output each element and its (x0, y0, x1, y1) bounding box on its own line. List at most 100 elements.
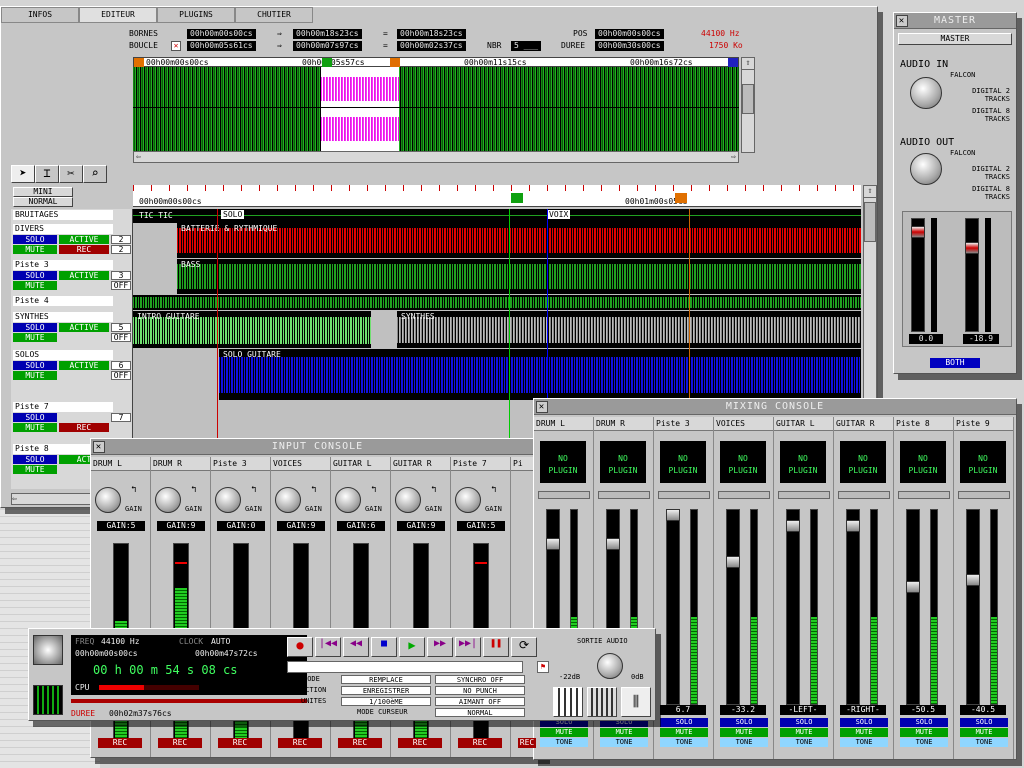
both-button[interactable]: BOTH (930, 358, 980, 368)
gain-knob[interactable] (395, 487, 421, 513)
clock-value[interactable]: AUTO (211, 637, 230, 646)
mixer-mute-button[interactable]: MUTE (600, 728, 648, 737)
mixer-tone-button[interactable]: TONE (900, 738, 948, 747)
loop-start-marker-icon[interactable] (322, 58, 332, 67)
ruler-loop-marker-icon[interactable] (511, 193, 523, 203)
master-fader-right-cap[interactable] (965, 242, 979, 254)
zoom-tool-icon[interactable]: ⌕ (83, 165, 107, 183)
pan-slider[interactable] (598, 491, 650, 499)
input-console-titlebar[interactable]: ✕ INPUT CONSOLE (91, 439, 544, 455)
input-rec-button[interactable]: REC (338, 738, 382, 748)
audio-in-opt-digital2[interactable]: DIGITAL 2 TRACKS (950, 87, 1010, 103)
boucle-toggle-icon[interactable]: ✕ (171, 41, 181, 51)
mixer-fader-cap[interactable] (606, 538, 620, 550)
track-active-button[interactable]: ACTIVE (59, 323, 109, 332)
goto-start-button[interactable]: |◀◀ (315, 637, 341, 657)
audio-region[interactable]: BASS (177, 259, 861, 294)
mixer-solo-button[interactable]: SOLO (900, 718, 948, 727)
boucle-end[interactable]: 00h00m07s97cs (293, 41, 362, 51)
mixer-fader-track[interactable] (786, 509, 800, 705)
mixer-mute-button[interactable]: MUTE (660, 728, 708, 737)
input-rec-button[interactable]: REC (518, 738, 536, 748)
normal-button[interactable]: NORMAL (13, 197, 73, 207)
overview-vscroll[interactable]: ⇧ (741, 57, 755, 153)
plugin-slot[interactable]: NO PLUGIN (900, 441, 946, 483)
input-rec-button[interactable]: REC (458, 738, 502, 748)
plugin-slot[interactable]: NO PLUGIN (840, 441, 886, 483)
mixer-fader-cap[interactable] (546, 538, 560, 550)
cursor-tool-icon[interactable]: ⌶ (35, 165, 59, 183)
mini-button[interactable]: MINI (13, 187, 73, 197)
duree-value[interactable]: 00h00m30s00cs (595, 41, 664, 51)
mixer-solo-button[interactable]: SOLO (780, 718, 828, 727)
vu-meter-icon[interactable] (33, 685, 63, 715)
master-button[interactable]: MASTER (898, 33, 1012, 45)
input-rec-button[interactable]: REC (158, 738, 202, 748)
track-name[interactable]: SYNTHES (13, 312, 113, 322)
track-header[interactable]: SYNTHES SOLO MUTE ACTIVE 5 OFF (11, 311, 133, 349)
track-channel-number[interactable]: 6 (111, 361, 131, 370)
scroll-thumb[interactable] (742, 84, 754, 114)
track-mute-button[interactable]: MUTE (13, 423, 57, 432)
master-titlebar[interactable]: ✕ MASTER (894, 13, 1016, 29)
record-button[interactable]: ● (287, 637, 313, 657)
mixer-mute-button[interactable]: MUTE (780, 728, 828, 737)
mixer-fader-track[interactable] (666, 509, 680, 705)
rewind-button[interactable]: ◀◀ (343, 637, 369, 657)
fader-view-icon[interactable]: ⫼ (621, 687, 651, 717)
input-rec-button[interactable]: REC (278, 738, 322, 748)
input-rec-button[interactable]: REC (218, 738, 262, 748)
bornes-start[interactable]: 00h00m00s00cs (187, 29, 256, 39)
aimant-select[interactable]: AIMANT OFF (435, 697, 525, 706)
track-channel-number[interactable]: 2 (111, 235, 131, 244)
gain-knob[interactable] (215, 487, 241, 513)
track-rec-button[interactable]: REC (59, 245, 109, 254)
pan-slider[interactable] (898, 491, 950, 499)
mixer-solo-button[interactable]: SOLO (840, 718, 888, 727)
mixer-tone-button[interactable]: TONE (660, 738, 708, 747)
pan-slider[interactable] (958, 491, 1010, 499)
mixer-fader-track[interactable] (846, 509, 860, 705)
progress-bar[interactable] (71, 699, 307, 703)
close-icon[interactable]: ✕ (896, 15, 908, 27)
boucle-length[interactable]: 00h00m02s37cs (397, 41, 466, 51)
track-active-button[interactable]: ACTIVE (59, 235, 109, 244)
mixer-fader-cap[interactable] (846, 520, 860, 532)
track-name[interactable]: DIVERS (13, 224, 113, 234)
mixer-tone-button[interactable]: TONE (960, 738, 1008, 747)
scroll-left-icon[interactable]: ⇦ (136, 152, 141, 161)
scroll-up-icon[interactable]: ⇧ (864, 186, 876, 198)
track-lane[interactable]: BATTERIE & RYTHMIQUE (133, 223, 861, 259)
overview-hscroll[interactable]: ⇦ ⇨ (133, 151, 739, 163)
mixer-tone-button[interactable]: TONE (720, 738, 768, 747)
track-name[interactable]: Piste 7 (13, 402, 113, 412)
track-mute-button[interactable]: MUTE (13, 281, 57, 290)
plugin-slot[interactable]: NO PLUGIN (540, 441, 586, 483)
pause-button[interactable]: ❚❚ (483, 637, 509, 657)
track-lane[interactable]: TIC TIC SOLO VOIX (133, 209, 861, 223)
master-fader-left-cap[interactable] (911, 226, 925, 238)
track-output-number[interactable]: 2 (111, 245, 131, 254)
flag-icon[interactable]: ⚑ (537, 661, 549, 673)
scroll-right-icon[interactable]: ⇨ (731, 152, 736, 161)
plugin-slot[interactable]: NO PLUGIN (720, 441, 766, 483)
mixer-tone-button[interactable]: TONE (600, 738, 648, 747)
master-fader-right-track[interactable] (965, 218, 979, 332)
mixer-mute-button[interactable]: MUTE (900, 728, 948, 737)
mixer-fader-track[interactable] (906, 509, 920, 705)
mixer-mute-button[interactable]: MUTE (840, 728, 888, 737)
mixing-console-titlebar[interactable]: ✕ MIXING CONSOLE (534, 399, 1016, 415)
track-lane[interactable]: INTRO GUITARE SYNTHES (133, 311, 861, 349)
pan-slider[interactable] (718, 491, 770, 499)
track-solo-button[interactable]: SOLO (13, 323, 57, 332)
loop-end-marker-icon[interactable] (390, 58, 400, 67)
nbr-value[interactable]: 5 ___ (511, 41, 542, 51)
goto-end-button[interactable]: ▶▶| (455, 637, 481, 657)
track-header[interactable]: DIVERS SOLO MUTE ACTIVE REC 2 2 (11, 223, 133, 259)
track-name[interactable]: Piste 3 (13, 260, 113, 270)
tab-infos[interactable]: INFOS (1, 7, 79, 23)
audio-region[interactable]: INTRO GUITARE (133, 311, 371, 348)
overview-loop-selection[interactable] (321, 67, 399, 151)
track-mute-button[interactable]: MUTE (13, 333, 57, 342)
audio-out-knob[interactable] (910, 153, 942, 185)
